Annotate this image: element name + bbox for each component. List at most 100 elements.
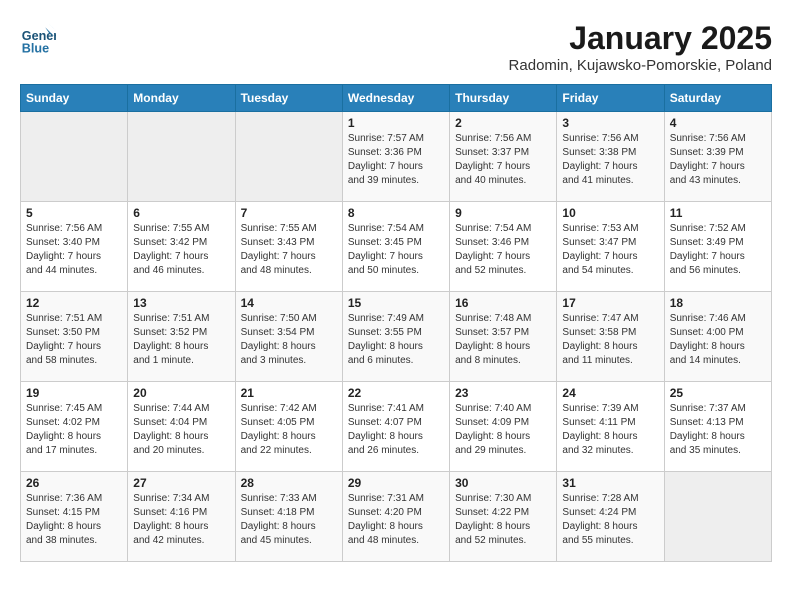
week-row-2: 5 Sunrise: 7:56 AM Sunset: 3:40 PM Daylig… bbox=[21, 202, 772, 292]
day-info: Sunrise: 7:45 AM Sunset: 4:02 PM Dayligh… bbox=[26, 402, 122, 458]
calendar-cell: 2Sunrise: 7:56 AM Sunset: 3:37 PM Daylig… bbox=[450, 112, 557, 202]
calendar-cell: 8Sunrise: 7:54 AM Sunset: 3:45 PM Daylig… bbox=[342, 202, 449, 292]
day-number: 12 bbox=[26, 296, 122, 310]
location-subtitle: Radomin, Kujawsko-Pomorskie, Poland bbox=[509, 57, 772, 74]
day-info: Sunrise: 7:34 AM Sunset: 4:16 PM Dayligh… bbox=[133, 492, 229, 548]
calendar-cell: 9 Sunrise: 7:54 AM Sunset: 3:46 PM Daylig… bbox=[450, 202, 557, 292]
weekday-header-thursday: Thursday bbox=[450, 85, 557, 112]
day-number: 16 bbox=[455, 296, 551, 310]
calendar-cell: 18Sunrise: 7:46 AM Sunset: 4:00 PM Dayli… bbox=[664, 292, 771, 382]
day-number: 13 bbox=[133, 296, 229, 310]
calendar-cell: 12 Sunrise: 7:51 AM Sunset: 3:50 PM Dayli… bbox=[21, 292, 128, 382]
calendar-cell: 24 Sunrise: 7:39 AM Sunset: 4:11 PM Dayli… bbox=[557, 382, 664, 472]
day-info: Sunrise: 7:56 AM Sunset: 3:40 PM Dayligh… bbox=[26, 222, 122, 278]
day-number: 26 bbox=[26, 476, 122, 490]
day-number: 31 bbox=[562, 476, 658, 490]
day-number: 25 bbox=[670, 386, 766, 400]
weekday-header-friday: Friday bbox=[557, 85, 664, 112]
day-number: 24 bbox=[562, 386, 658, 400]
day-number: 19 bbox=[26, 386, 122, 400]
day-info: Sunrise: 7:57 AM Sunset: 3:36 PM Dayligh… bbox=[348, 132, 444, 188]
day-info: Sunrise: 7:28 AM Sunset: 4:24 PM Dayligh… bbox=[562, 492, 658, 548]
weekday-header-sunday: Sunday bbox=[21, 85, 128, 112]
calendar-cell: 3 Sunrise: 7:56 AM Sunset: 3:38 PM Daylig… bbox=[557, 112, 664, 202]
calendar-cell: 7Sunrise: 7:55 AM Sunset: 3:43 PM Daylig… bbox=[235, 202, 342, 292]
calendar-cell: 6 Sunrise: 7:55 AM Sunset: 3:42 PM Daylig… bbox=[128, 202, 235, 292]
calendar-cell bbox=[128, 112, 235, 202]
calendar-cell: 10 Sunrise: 7:53 AM Sunset: 3:47 PM Dayli… bbox=[557, 202, 664, 292]
day-number: 5 bbox=[26, 206, 122, 220]
day-info: Sunrise: 7:42 AM Sunset: 4:05 PM Dayligh… bbox=[241, 402, 337, 458]
day-number: 9 bbox=[455, 206, 551, 220]
calendar-cell: 31 Sunrise: 7:28 AM Sunset: 4:24 PM Dayli… bbox=[557, 472, 664, 562]
calendar-cell: 22Sunrise: 7:41 AM Sunset: 4:07 PM Dayli… bbox=[342, 382, 449, 472]
calendar-cell bbox=[21, 112, 128, 202]
day-info: Sunrise: 7:47 AM Sunset: 3:58 PM Dayligh… bbox=[562, 312, 658, 368]
day-info: Sunrise: 7:55 AM Sunset: 3:42 PM Dayligh… bbox=[133, 222, 229, 278]
day-number: 22 bbox=[348, 386, 444, 400]
calendar-table: SundayMondayTuesdayWednesdayThursdayFrid… bbox=[20, 84, 772, 562]
weekday-header-saturday: Saturday bbox=[664, 85, 771, 112]
day-number: 21 bbox=[241, 386, 337, 400]
calendar-cell: 5 Sunrise: 7:56 AM Sunset: 3:40 PM Daylig… bbox=[21, 202, 128, 292]
calendar-cell: 20Sunrise: 7:44 AM Sunset: 4:04 PM Dayli… bbox=[128, 382, 235, 472]
day-number: 3 bbox=[562, 116, 658, 130]
day-info: Sunrise: 7:53 AM Sunset: 3:47 PM Dayligh… bbox=[562, 222, 658, 278]
weekday-header-wednesday: Wednesday bbox=[342, 85, 449, 112]
day-number: 11 bbox=[670, 206, 766, 220]
calendar-cell: 11 Sunrise: 7:52 AM Sunset: 3:49 PM Dayli… bbox=[664, 202, 771, 292]
calendar-cell: 17Sunrise: 7:47 AM Sunset: 3:58 PM Dayli… bbox=[557, 292, 664, 382]
day-info: Sunrise: 7:46 AM Sunset: 4:00 PM Dayligh… bbox=[670, 312, 766, 368]
calendar-cell: 30 Sunrise: 7:30 AM Sunset: 4:22 PM Dayli… bbox=[450, 472, 557, 562]
day-info: Sunrise: 7:56 AM Sunset: 3:38 PM Dayligh… bbox=[562, 132, 658, 188]
day-info: Sunrise: 7:36 AM Sunset: 4:15 PM Dayligh… bbox=[26, 492, 122, 548]
day-info: Sunrise: 7:39 AM Sunset: 4:11 PM Dayligh… bbox=[562, 402, 658, 458]
svg-text:Blue: Blue bbox=[22, 41, 49, 55]
day-info: Sunrise: 7:30 AM Sunset: 4:22 PM Dayligh… bbox=[455, 492, 551, 548]
day-info: Sunrise: 7:37 AM Sunset: 4:13 PM Dayligh… bbox=[670, 402, 766, 458]
day-number: 1 bbox=[348, 116, 444, 130]
title-block: January 2025 Radomin, Kujawsko-Pomorskie… bbox=[509, 20, 772, 74]
calendar-cell: 4Sunrise: 7:56 AM Sunset: 3:39 PM Daylig… bbox=[664, 112, 771, 202]
day-info: Sunrise: 7:54 AM Sunset: 3:46 PM Dayligh… bbox=[455, 222, 551, 278]
logo: General Blue bbox=[20, 20, 56, 56]
calendar-cell: 19 Sunrise: 7:45 AM Sunset: 4:02 PM Dayli… bbox=[21, 382, 128, 472]
day-info: Sunrise: 7:52 AM Sunset: 3:49 PM Dayligh… bbox=[670, 222, 766, 278]
day-info: Sunrise: 7:31 AM Sunset: 4:20 PM Dayligh… bbox=[348, 492, 444, 548]
calendar-cell: 29 Sunrise: 7:31 AM Sunset: 4:20 PM Dayli… bbox=[342, 472, 449, 562]
day-number: 30 bbox=[455, 476, 551, 490]
day-number: 14 bbox=[241, 296, 337, 310]
calendar-cell bbox=[664, 472, 771, 562]
day-number: 28 bbox=[241, 476, 337, 490]
day-info: Sunrise: 7:48 AM Sunset: 3:57 PM Dayligh… bbox=[455, 312, 551, 368]
day-info: Sunrise: 7:51 AM Sunset: 3:52 PM Dayligh… bbox=[133, 312, 229, 368]
day-number: 27 bbox=[133, 476, 229, 490]
week-row-5: 26 Sunrise: 7:36 AM Sunset: 4:15 PM Dayli… bbox=[21, 472, 772, 562]
calendar-cell: 25 Sunrise: 7:37 AM Sunset: 4:13 PM Dayli… bbox=[664, 382, 771, 472]
calendar-cell: 28Sunrise: 7:33 AM Sunset: 4:18 PM Dayli… bbox=[235, 472, 342, 562]
weekday-header-row: SundayMondayTuesdayWednesdayThursdayFrid… bbox=[21, 85, 772, 112]
day-number: 7 bbox=[241, 206, 337, 220]
calendar-cell bbox=[235, 112, 342, 202]
day-number: 6 bbox=[133, 206, 229, 220]
calendar-cell: 1 Sunrise: 7:57 AM Sunset: 3:36 PM Daylig… bbox=[342, 112, 449, 202]
day-number: 15 bbox=[348, 296, 444, 310]
weekday-header-tuesday: Tuesday bbox=[235, 85, 342, 112]
calendar-cell: 15 Sunrise: 7:49 AM Sunset: 3:55 PM Dayli… bbox=[342, 292, 449, 382]
day-number: 23 bbox=[455, 386, 551, 400]
week-row-1: 1 Sunrise: 7:57 AM Sunset: 3:36 PM Daylig… bbox=[21, 112, 772, 202]
week-row-4: 19 Sunrise: 7:45 AM Sunset: 4:02 PM Dayli… bbox=[21, 382, 772, 472]
calendar-cell: 26 Sunrise: 7:36 AM Sunset: 4:15 PM Dayli… bbox=[21, 472, 128, 562]
day-number: 29 bbox=[348, 476, 444, 490]
day-number: 10 bbox=[562, 206, 658, 220]
calendar-cell: 16 Sunrise: 7:48 AM Sunset: 3:57 PM Dayli… bbox=[450, 292, 557, 382]
calendar-cell: 23Sunrise: 7:40 AM Sunset: 4:09 PM Dayli… bbox=[450, 382, 557, 472]
day-info: Sunrise: 7:51 AM Sunset: 3:50 PM Dayligh… bbox=[26, 312, 122, 368]
day-info: Sunrise: 7:49 AM Sunset: 3:55 PM Dayligh… bbox=[348, 312, 444, 368]
calendar-cell: 21 Sunrise: 7:42 AM Sunset: 4:05 PM Dayli… bbox=[235, 382, 342, 472]
day-info: Sunrise: 7:56 AM Sunset: 3:37 PM Dayligh… bbox=[455, 132, 551, 188]
month-title: January 2025 bbox=[509, 20, 772, 57]
logo-icon: General Blue bbox=[20, 20, 56, 56]
calendar-cell: 27 Sunrise: 7:34 AM Sunset: 4:16 PM Dayli… bbox=[128, 472, 235, 562]
day-info: Sunrise: 7:54 AM Sunset: 3:45 PM Dayligh… bbox=[348, 222, 444, 278]
